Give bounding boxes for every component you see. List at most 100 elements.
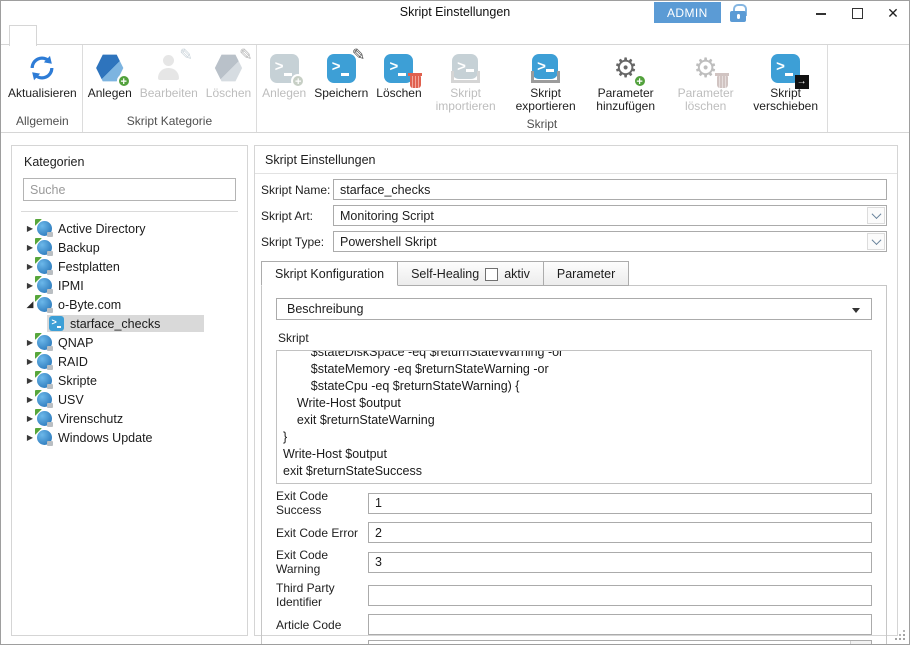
parameter-delete-icon: ⚙ xyxy=(689,51,723,85)
app-window: Skript Einstellungen ADMIN ✕ xyxy=(0,0,910,645)
tab-parameter[interactable]: Parameter xyxy=(544,261,629,286)
tree-item-festplatten[interactable]: ▶ Festplatten xyxy=(23,257,236,276)
chevron-down-icon[interactable] xyxy=(867,233,885,250)
tabbar: Skript Konfiguration Self-Healing aktiv … xyxy=(261,261,887,286)
tree-item-skripte[interactable]: ▶ Skripte xyxy=(23,371,236,390)
exit-code-success-label: Exit Code Success xyxy=(276,489,368,517)
article-code-input[interactable] xyxy=(368,614,872,635)
skript-type-select[interactable]: Powershell Skript xyxy=(333,231,887,252)
skript-speichern-button[interactable]: ✎ Speichern xyxy=(310,50,372,101)
tree-item-virenschutz[interactable]: ▶ Virenschutz xyxy=(23,409,236,428)
exit-code-error-input[interactable] xyxy=(368,522,872,543)
script-export-icon xyxy=(529,51,563,85)
skript-name-label: Skript Name: xyxy=(261,183,333,197)
tree-item-usv[interactable]: ▶ USV xyxy=(23,390,236,409)
tab-skript-konfiguration[interactable]: Skript Konfiguration xyxy=(261,261,398,286)
powershell-script-icon xyxy=(49,316,64,331)
skript-loeschen-button[interactable]: Löschen xyxy=(372,50,425,101)
divider xyxy=(21,211,238,212)
category-edit-icon: ✎ xyxy=(152,51,186,85)
categories-title: Kategorien xyxy=(24,155,236,169)
parameter-add-icon: ⚙+ xyxy=(609,51,643,85)
third-party-identifier-label: Third Party Identifier xyxy=(276,581,368,609)
ribbon-group-allgemein: Aktualisieren Allgemein xyxy=(3,45,83,132)
ribbon-group-label: Skript Kategorie xyxy=(84,112,255,132)
script-code-editor[interactable]: $stateDiskSpace -eq $returnStateWarning … xyxy=(276,350,872,484)
article-code-label: Article Code xyxy=(276,618,368,632)
skript-name-input[interactable] xyxy=(333,179,887,200)
category-add-icon: + xyxy=(93,51,127,85)
category-delete-icon: ✎ xyxy=(211,51,245,85)
ribbon-group-skript: + Anlegen ✎ Speichern Löschen xyxy=(257,45,827,132)
skript-code-label: Skript xyxy=(278,331,872,345)
window-title: Skript Einstellungen xyxy=(1,5,909,19)
skript-art-label: Skript Art: xyxy=(261,209,333,223)
parameter-hinzufuegen-button[interactable]: ⚙+ Parameter hinzufügen xyxy=(586,50,666,115)
ribbon-group-label: Skript xyxy=(258,115,825,135)
close-button[interactable]: ✕ xyxy=(887,7,899,19)
aktualisieren-button[interactable]: Aktualisieren xyxy=(4,50,81,101)
tree-item-ipmi[interactable]: ▶ IPMI xyxy=(23,276,236,295)
category-icon xyxy=(37,240,52,255)
refresh-icon xyxy=(25,51,59,85)
admin-button[interactable]: ADMIN xyxy=(654,2,721,23)
tree-item-o-byte-com[interactable]: ◢ o-Byte.com xyxy=(23,295,236,314)
content-area: Kategorien ▶ Active Directory ▶ Backup ▶ xyxy=(1,133,909,645)
tree-item-active-directory[interactable]: ▶ Active Directory xyxy=(23,219,236,238)
minimize-button[interactable] xyxy=(815,7,827,19)
third-party-identifier-input[interactable] xyxy=(368,585,872,606)
tree-item-windows-update[interactable]: ▶ Windows Update xyxy=(23,428,236,447)
uniqueid-input[interactable] xyxy=(369,641,850,645)
lock-icon[interactable] xyxy=(730,4,746,22)
search-input[interactable] xyxy=(23,178,236,201)
skript-anlegen-button: + Anlegen xyxy=(258,50,310,101)
chevron-down-icon[interactable] xyxy=(867,207,885,224)
tree-item-backup[interactable]: ▶ Backup xyxy=(23,238,236,257)
ribbon-group-skript-kategorie: + Anlegen ✎ Bearbeiten ✎ Löschen xyxy=(83,45,257,132)
kategorie-bearbeiten-button: ✎ Bearbeiten xyxy=(136,50,202,101)
category-icon xyxy=(37,373,52,388)
exit-code-warning-label: Exit Code Warning xyxy=(276,548,368,576)
category-icon xyxy=(37,335,52,350)
category-icon xyxy=(37,392,52,407)
skript-importieren-button: Skript importieren xyxy=(426,50,506,115)
tree-item-qnap[interactable]: ▶ QNAP xyxy=(23,333,236,352)
skript-art-select[interactable]: Monitoring Script xyxy=(333,205,887,226)
selected-highlight: starface_checks xyxy=(47,315,204,332)
tab-self-healing[interactable]: Self-Healing aktiv xyxy=(398,261,544,286)
exit-code-warning-input[interactable] xyxy=(368,552,872,573)
skript-verschieben-button[interactable]: → Skript verschieben xyxy=(746,50,826,115)
titlebar: Skript Einstellungen ADMIN ✕ xyxy=(1,1,909,25)
script-settings-panel: Skript Einstellungen Skript Name: Skript… xyxy=(254,145,898,636)
category-tree: ▶ Active Directory ▶ Backup ▶ Festplatte… xyxy=(23,219,236,626)
exit-code-error-label: Exit Code Error xyxy=(276,526,368,540)
self-healing-aktiv-checkbox[interactable] xyxy=(485,268,498,281)
category-icon xyxy=(37,221,52,236)
window-controls: ✕ xyxy=(815,1,899,25)
script-add-icon: + xyxy=(267,51,301,85)
maximize-button[interactable] xyxy=(851,7,863,19)
beschreibung-select[interactable]: Beschreibung xyxy=(276,298,872,320)
kategorie-anlegen-button[interactable]: + Anlegen xyxy=(84,50,136,101)
category-icon xyxy=(37,278,52,293)
skript-exportieren-button[interactable]: Skript exportieren xyxy=(506,50,586,115)
category-icon xyxy=(37,297,52,312)
dropdown-arrow-icon xyxy=(852,308,860,313)
script-delete-icon xyxy=(382,51,416,85)
category-icon xyxy=(37,430,52,445)
exit-code-success-input[interactable] xyxy=(368,493,872,514)
kategorie-loeschen-button: ✎ Löschen xyxy=(202,50,255,101)
script-code: $stateDiskSpace -eq $returnStateWarning … xyxy=(283,350,865,480)
script-save-icon: ✎ xyxy=(324,51,358,85)
keyhole xyxy=(737,14,740,19)
regenerate-id-button[interactable]: ⟳ xyxy=(850,641,871,645)
ribbon-tab-stub[interactable] xyxy=(9,25,37,46)
categories-panel: Kategorien ▶ Active Directory ▶ Backup ▶ xyxy=(11,145,248,636)
resize-grip[interactable] xyxy=(893,628,906,641)
tab-content: Beschreibung Skript $stateDiskSpace -eq … xyxy=(261,285,887,645)
ribbon-group-label: Allgemein xyxy=(4,112,81,132)
parameter-loeschen-button: ⚙ Parameter löschen xyxy=(666,50,746,115)
category-icon xyxy=(37,259,52,274)
tree-item-raid[interactable]: ▶ RAID xyxy=(23,352,236,371)
tree-item-starface-checks[interactable]: starface_checks xyxy=(23,314,236,333)
